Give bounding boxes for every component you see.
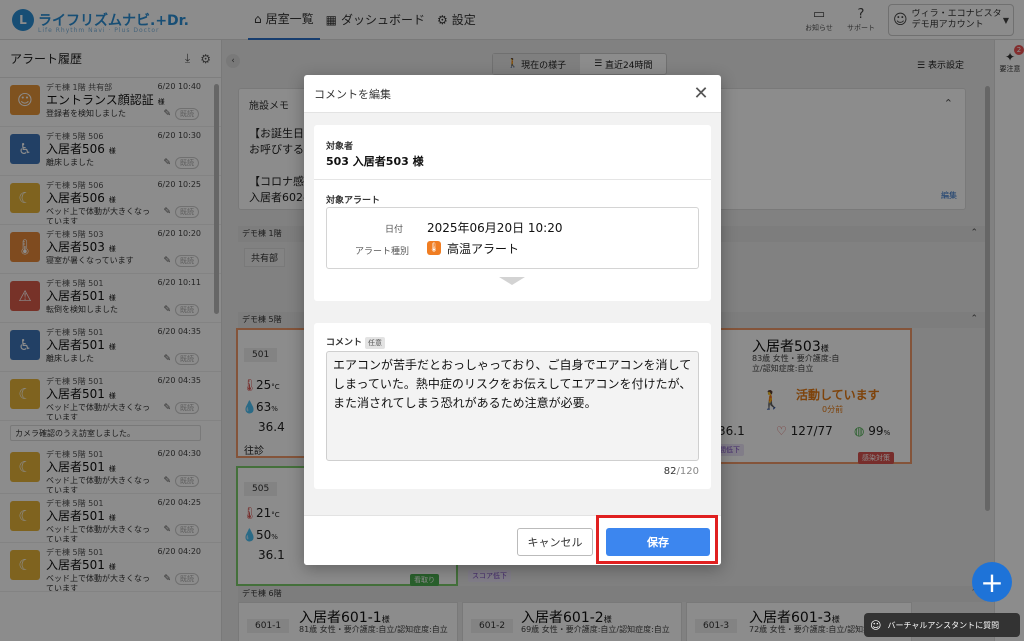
save-highlight-box <box>596 515 718 564</box>
alert-type-key: アラート種別 <box>354 247 409 257</box>
alert-type-value: 高温アラート <box>447 242 520 256</box>
comment-textarea[interactable] <box>326 351 699 461</box>
comment-label: コメント 任意 <box>326 335 386 349</box>
virtual-assistant-button[interactable]: ☺ バーチャルアシスタントに質問 <box>864 613 1020 637</box>
chevron-down-icon[interactable] <box>499 277 525 285</box>
add-button[interactable]: + <box>972 562 1012 602</box>
target-name: 503 入居者503 様 <box>326 155 424 168</box>
target-label: 対象者 <box>326 142 354 152</box>
target-alert-box: 日付 2025年06月20日 10:20 アラート種別 🌡 高温アラート <box>326 207 699 269</box>
date-key: 日付 <box>384 225 403 235</box>
char-count: 82 <box>663 466 677 477</box>
dialog-body: 対象者 503 入居者503 様 対象アラート 日付 2025年06月20日 1… <box>304 113 721 515</box>
dialog-header: コメントを編集 ✕ <box>304 75 721 113</box>
char-counter: 82/120 <box>664 466 699 477</box>
thermometer-icon: 🌡 <box>427 241 441 255</box>
cancel-button[interactable]: キャンセル <box>517 528 593 556</box>
robot-icon: ☺ <box>870 618 882 632</box>
target-alert-label: 対象アラート <box>326 196 381 206</box>
comment-label-text: コメント <box>326 338 363 348</box>
close-icon[interactable]: ✕ <box>691 83 711 104</box>
divider <box>314 179 711 180</box>
date-value: 2025年06月20日 10:20 <box>427 221 563 235</box>
target-panel: 対象者 503 入居者503 様 対象アラート 日付 2025年06月20日 1… <box>314 125 711 301</box>
edit-comment-dialog: コメントを編集 ✕ 対象者 503 入居者503 様 対象アラート 日付 202… <box>304 75 721 565</box>
assistant-label: バーチャルアシスタントに質問 <box>887 620 1000 630</box>
dialog-title: コメントを編集 <box>314 87 391 101</box>
optional-badge: 任意 <box>365 337 386 349</box>
comment-panel: コメント任意 82/120 <box>314 323 711 489</box>
char-max: /120 <box>676 466 699 477</box>
plus-icon: + <box>980 565 1004 599</box>
